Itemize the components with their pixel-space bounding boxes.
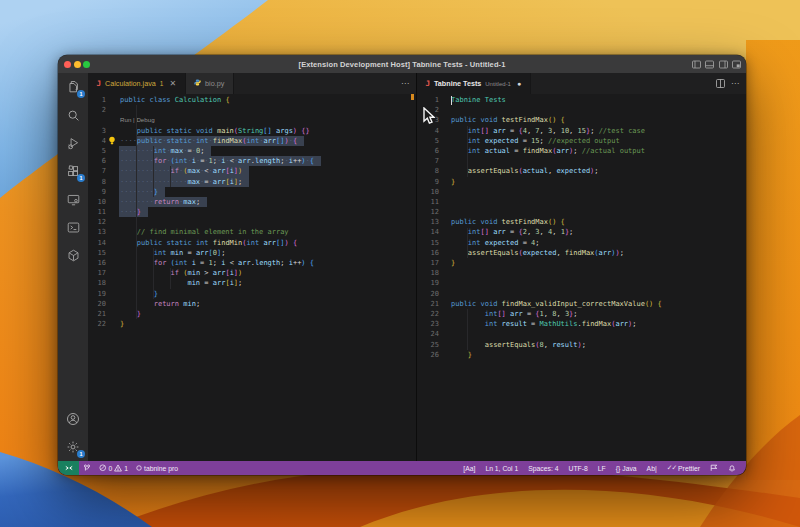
search-icon[interactable] (58, 101, 88, 129)
code-line[interactable]: 1public class Calculation { (88, 95, 416, 105)
code-line[interactable]: 18 min = arr[i]; (88, 278, 416, 288)
code-line[interactable]: 14 public static int findMin(int arr[]) … (88, 238, 416, 248)
code-line[interactable]: 2 (417, 105, 746, 115)
extensions-icon[interactable]: 1 (58, 157, 88, 185)
toggle-sidebar-icon[interactable] (692, 60, 701, 69)
editor-tabnine-tests[interactable]: 1Tabnine Tests23public void testFindMax(… (417, 94, 746, 461)
screen-reader-indicator[interactable]: [Aa] (458, 465, 480, 472)
indentation-indicator[interactable]: Spaces: 4 (523, 465, 563, 472)
code-line[interactable]: 11····} (88, 207, 416, 217)
code-line[interactable]: 6········for·(int·i·=·1;·i·<·arr.length;… (88, 156, 416, 166)
lightbulb-icon[interactable] (108, 136, 116, 145)
java-file-icon: J (97, 79, 102, 88)
code-line[interactable]: 4····public·static·int·findMax(int·arr[]… (88, 136, 416, 146)
code-line[interactable]: 9········} (88, 187, 416, 197)
modified-dot-icon: ● (517, 80, 521, 87)
zoom-window-button[interactable] (83, 61, 90, 68)
feedback-icon[interactable] (705, 464, 723, 472)
mouse-cursor (423, 107, 435, 125)
code-line[interactable]: 8················max·=·arr[i]; (88, 177, 416, 187)
problems-indicator[interactable]: 0 1 (95, 464, 132, 472)
code-line[interactable]: 1Tabnine Tests (417, 95, 746, 105)
editor-calculation-java[interactable]: 1public class Calculation {2Run | Debug3… (88, 94, 416, 461)
python-file-icon (194, 79, 201, 88)
more-actions-icon[interactable]: ⋯ (731, 79, 739, 88)
java-file-icon: J (426, 79, 431, 88)
tab-tabnine-tests[interactable]: J Tabnine Tests Untitled-1 ● (417, 73, 531, 94)
code-line[interactable]: 7············if·(max·<·arr[i]) (88, 166, 416, 176)
code-line[interactable]: 18 (417, 268, 746, 278)
toggle-panel-icon[interactable] (705, 60, 714, 69)
split-editor-icon[interactable] (716, 79, 725, 88)
editor-group-left: J Calculation.java 1 ✕ bio.py ⋯ (88, 73, 417, 461)
code-line[interactable]: 5········int·max·=·0; (88, 146, 416, 156)
code-line[interactable]: 10 (417, 187, 746, 197)
code-line[interactable]: 10········return·max; (88, 197, 416, 207)
terminal-panel-icon[interactable] (58, 213, 88, 241)
hexagon-extension-icon[interactable] (58, 241, 88, 269)
tabnine-ab-toggle[interactable]: Ab| (642, 465, 662, 472)
code-line[interactable]: 19 } (88, 289, 416, 299)
code-line[interactable]: 26 } (417, 350, 746, 360)
customize-layout-icon[interactable] (732, 60, 741, 69)
code-line[interactable]: 3 public static void main(String[] args)… (88, 126, 416, 136)
prettier-status[interactable]: ✓✓Prettier (662, 464, 705, 472)
notifications-bell-icon[interactable] (723, 464, 741, 472)
language-mode[interactable]: {}Java (611, 465, 642, 472)
more-actions-icon[interactable]: ⋯ (401, 79, 409, 88)
code-line[interactable]: 3public void testFindMax() { (417, 115, 746, 125)
code-line[interactable]: 11 (417, 197, 746, 207)
code-line[interactable]: 17 if (min > arr[i]) (88, 268, 416, 278)
cursor-position[interactable]: Ln 1, Col 1 (480, 465, 523, 472)
account-icon[interactable] (58, 405, 88, 433)
tabnine-status[interactable]: tabnine pro (132, 465, 182, 472)
code-line[interactable]: 21public void findMax_validInput_correct… (417, 299, 746, 309)
activity-bar: 1 1 (58, 73, 88, 461)
tab-bar-left: J Calculation.java 1 ✕ bio.py ⋯ (88, 73, 416, 94)
editor-group-right: J Tabnine Tests Untitled-1 ● ⋯ 1Tabnine … (417, 73, 746, 461)
status-bar: 0 1 tabnine pro [Aa] Ln 1, Col 1 Spaces:… (58, 461, 746, 475)
code-line[interactable]: 2 (88, 105, 416, 115)
settings-gear-icon[interactable]: 1 (58, 433, 88, 461)
code-line[interactable]: 12 (417, 207, 746, 217)
code-line[interactable]: 16 for (int i = 1; i < arr.length; i++) … (88, 258, 416, 268)
encoding-indicator[interactable]: UTF-8 (563, 465, 592, 472)
launch-profile-icon[interactable] (79, 464, 95, 472)
code-line[interactable]: 9} (417, 177, 746, 187)
code-line[interactable]: 13public void testFindMax() { (417, 217, 746, 227)
text-cursor (451, 96, 452, 105)
close-tab-icon[interactable]: ✕ (169, 79, 176, 88)
close-window-button[interactable] (64, 61, 71, 68)
code-line[interactable]: 20 return min; (88, 299, 416, 309)
code-line[interactable]: 19 (417, 278, 746, 288)
toggle-secondary-sidebar-icon[interactable] (719, 60, 728, 69)
remote-explorer-icon[interactable] (58, 185, 88, 213)
eol-indicator[interactable]: LF (593, 465, 611, 472)
minimize-window-button[interactable] (74, 61, 81, 68)
code-line[interactable]: 22} (88, 319, 416, 329)
tab-bio-py[interactable]: bio.py (186, 73, 234, 94)
overview-warning-marker (411, 94, 415, 100)
remote-indicator[interactable] (58, 461, 79, 475)
run-debug-icon[interactable] (58, 129, 88, 157)
code-line[interactable]: 15 int min = arr[0]; (88, 248, 416, 258)
code-line[interactable]: 17} (417, 258, 746, 268)
explorer-icon[interactable]: 1 (58, 73, 88, 101)
traffic-lights (58, 61, 90, 68)
code-line[interactable]: 13 // find minimal element in the array (88, 227, 416, 237)
code-line[interactable]: 12 (88, 217, 416, 227)
titlebar[interactable]: [Extension Development Host] Tabnine Tes… (58, 55, 746, 73)
code-line[interactable]: 21 } (88, 309, 416, 319)
window-title: [Extension Development Host] Tabnine Tes… (58, 60, 746, 69)
vscode-window: [Extension Development Host] Tabnine Tes… (58, 55, 746, 475)
code-line[interactable]: 20 (417, 289, 746, 299)
tab-bar-right: J Tabnine Tests Untitled-1 ● ⋯ (417, 73, 746, 94)
tab-calculation-java[interactable]: J Calculation.java 1 ✕ (88, 73, 186, 94)
